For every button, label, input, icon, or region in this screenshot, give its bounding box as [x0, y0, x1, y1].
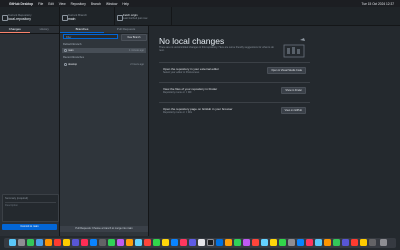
changes-sidebar: Changes History Summary (required) Descr…	[0, 26, 60, 236]
tab-history[interactable]: History	[30, 26, 60, 33]
app-icon[interactable]	[135, 239, 142, 246]
dock	[4, 238, 396, 248]
empty-state-illustration-icon	[283, 38, 305, 58]
app-icon[interactable]	[270, 239, 277, 246]
show-in-finder-button[interactable]: Show in Finder	[281, 87, 306, 94]
no-changes-view: No local changes There are no uncommitte…	[149, 26, 400, 236]
menu-edit[interactable]: Edit	[48, 2, 54, 6]
app-icon[interactable]	[216, 239, 223, 246]
card-detail: Select your editor in Preferences	[163, 71, 200, 74]
app-icon[interactable]	[144, 239, 151, 246]
calendar-icon[interactable]	[54, 239, 61, 246]
messages-icon[interactable]	[27, 239, 34, 246]
menu-app-name[interactable]: GitHub Desktop	[9, 2, 33, 6]
app-icon[interactable]	[198, 239, 205, 246]
app-icon[interactable]	[153, 239, 160, 246]
menu-help[interactable]: Help	[122, 2, 129, 6]
finder-icon[interactable]	[9, 239, 16, 246]
tab-changes[interactable]: Changes	[0, 26, 30, 33]
app-icon[interactable]	[306, 239, 313, 246]
app-icon[interactable]	[324, 239, 331, 246]
app-icon[interactable]	[351, 239, 358, 246]
app-icon[interactable]	[252, 239, 259, 246]
fetch-value: Last fetched just now	[123, 17, 148, 20]
app-icon[interactable]	[288, 239, 295, 246]
branch-time: 2 hours ago	[130, 63, 144, 66]
app-icon[interactable]	[117, 239, 124, 246]
app-icon[interactable]	[315, 239, 322, 246]
menu-bar: GitHub Desktop File Edit View Repository…	[0, 0, 400, 7]
new-branch-button[interactable]: New Branch	[121, 34, 147, 41]
app-icon[interactable]	[171, 239, 178, 246]
settings-icon[interactable]	[99, 239, 106, 246]
branch-row-main[interactable]: main 1 minute ago	[62, 48, 146, 53]
app-icon[interactable]	[342, 239, 349, 246]
facetime-icon[interactable]	[108, 239, 115, 246]
menu-branch[interactable]: Branch	[91, 2, 101, 6]
branch-name: main	[68, 49, 74, 52]
suggestion-card-finder: View the files of your repository in Fin…	[159, 82, 310, 97]
branch-filter-input[interactable]: Filter	[63, 34, 118, 39]
summary-input[interactable]: Summary (required)	[5, 197, 56, 203]
recent-branches-header: Recent Branches	[63, 56, 85, 59]
github-desktop-icon[interactable]	[207, 239, 214, 246]
branch-value: main	[68, 17, 76, 21]
suggestion-card-editor: Open the repository in your external edi…	[159, 62, 310, 77]
menu-view[interactable]: View	[59, 2, 66, 6]
app-icon[interactable]	[360, 239, 367, 246]
description-input[interactable]: Description	[5, 204, 18, 207]
photos-icon[interactable]	[45, 239, 52, 246]
card-detail: Repository menu or ⇧⌘F	[163, 91, 192, 94]
menu-clock[interactable]: Tue 15 Oct 2024 12:37	[362, 2, 395, 6]
app-icon[interactable]	[180, 239, 187, 246]
default-branch-header: Default Branch	[63, 43, 82, 46]
tab-branches[interactable]: Branches	[60, 26, 104, 33]
music-icon[interactable]	[81, 239, 88, 246]
app-icon[interactable]	[333, 239, 340, 246]
sidebar-tabs: Changes History	[0, 26, 59, 34]
podcasts-icon[interactable]	[72, 239, 79, 246]
app-icon[interactable]	[261, 239, 268, 246]
page-subtitle: There are no uncommitted changes in this…	[159, 46, 274, 53]
app-icon[interactable]	[126, 239, 133, 246]
app-icon[interactable]	[189, 239, 196, 246]
pull-request-banner[interactable]: Pull Requests: Choose a branch to merge …	[60, 226, 148, 232]
fetch-origin-button[interactable]: Fetch origin Last fetched just now	[115, 7, 172, 25]
menu-window[interactable]: Window	[106, 2, 117, 6]
current-repository-button[interactable]: Current Repository local-repository	[0, 7, 60, 25]
card-detail: Repository menu or ⇧⌘G	[163, 111, 193, 114]
suggestion-card-github: Open the repository page on GitHub in yo…	[159, 102, 310, 117]
commit-button[interactable]: Commit to main	[2, 224, 57, 230]
branch-name: develop	[68, 63, 78, 66]
branch-dropdown-panel: Branches Pull Requests Filter New Branch…	[60, 26, 149, 236]
toolbar: Current Repository local-repository Curr…	[0, 7, 400, 26]
app-icon[interactable]	[162, 239, 169, 246]
menu-file[interactable]: File	[38, 2, 43, 6]
menu-repository[interactable]: Repository	[71, 2, 86, 6]
downloads-icon[interactable]	[369, 239, 376, 246]
tab-pull-requests[interactable]: Pull Requests	[104, 26, 148, 33]
branch-time: 1 minute ago	[129, 49, 144, 52]
app-icon[interactable]	[297, 239, 304, 246]
branch-tabs: Branches Pull Requests	[60, 26, 148, 34]
commit-form: Summary (required) Description	[2, 194, 59, 222]
dock-area	[0, 236, 400, 250]
launchpad-icon[interactable]	[18, 239, 25, 246]
app-icon[interactable]	[243, 239, 250, 246]
branch-icon	[64, 63, 67, 66]
repo-value: local-repository	[8, 17, 31, 21]
trash-icon[interactable]	[380, 239, 387, 246]
view-on-github-button[interactable]: View on GitHub	[280, 107, 306, 114]
safari-icon[interactable]	[36, 239, 43, 246]
notes-icon[interactable]	[63, 239, 70, 246]
open-in-editor-button[interactable]: Open in Visual Studio Code	[267, 67, 306, 74]
app-icon[interactable]	[279, 239, 286, 246]
app-icon[interactable]	[225, 239, 232, 246]
branch-icon	[64, 49, 67, 52]
branch-row-develop[interactable]: develop 2 hours ago	[62, 62, 146, 67]
page-title: No local changes	[159, 36, 225, 46]
app-icon[interactable]	[234, 239, 241, 246]
current-branch-button[interactable]: Current Branch main	[60, 7, 115, 25]
app-store-icon[interactable]	[90, 239, 97, 246]
